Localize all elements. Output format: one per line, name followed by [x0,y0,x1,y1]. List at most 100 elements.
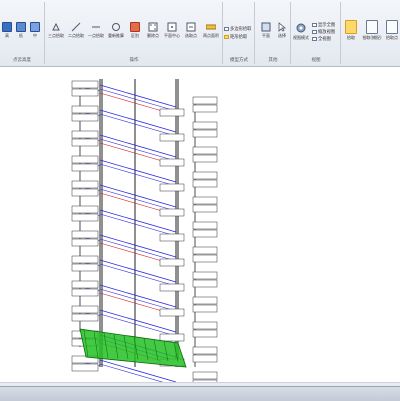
label-box [71,163,99,172]
label-box [159,258,185,267]
group-label-view: 视图 [311,58,321,63]
tool-three-point[interactable]: 三点拾取 [46,22,66,39]
label-box [192,371,218,380]
ribbon-group-pick: 拾取 拾取(捕捉) 拾取点 [342,2,400,64]
label-box [192,129,218,138]
label-box [159,158,185,167]
plane-icon [261,22,271,32]
label-box [71,138,99,147]
label-box [192,329,218,338]
floor-beam-line [99,113,177,137]
ribbon-group-height: 高 低 中 点云高度 [0,2,45,64]
label-box [192,171,218,180]
pick-icon [345,20,357,34]
floor-beam-line [99,313,177,337]
label-box [192,221,218,230]
label-box [192,354,218,363]
label-box [192,304,218,313]
mid-icon [30,22,40,32]
label-box [71,105,99,114]
floor-beam-line [99,163,177,187]
zoom-view-item[interactable]: 缩放视图 [312,29,335,35]
tool-select[interactable]: 选择 [274,22,290,39]
floor-beam-line [99,138,177,162]
label-box [71,230,99,239]
one-point-icon [92,26,100,28]
floor-beam-line [99,188,177,212]
three-point-icon [52,22,60,31]
label-box [71,213,99,222]
two-point-area-icon [206,24,216,30]
show-all-item[interactable]: 显示全图 [312,22,335,28]
floor-beam-line [99,88,177,112]
tool-low[interactable]: 低 [14,22,28,39]
tool-mid[interactable]: 中 [28,22,42,39]
ribbon-group-operate: 三点拾取 二点拾取 一点拾取 重新推算 区别 删除点 平面中心 选取点 两点面积… [46,2,223,64]
label-box [71,80,99,89]
floor-beam-line [99,213,177,237]
tool-one-point[interactable]: 一点拾取 [86,22,106,39]
label-box [71,155,99,164]
tool-plane[interactable]: 平面 [258,22,274,39]
label-box [192,146,218,155]
tool-two-point[interactable]: 二点拾取 [66,22,86,39]
full-view-item[interactable]: 全视图 [312,36,331,42]
tool-recalc[interactable]: 重新推算 [106,22,126,39]
label-box [71,263,99,272]
label-box [71,255,99,264]
label-box [192,96,218,105]
tool-plane-center[interactable]: 平面中心 [162,22,182,39]
label-box [192,104,218,113]
label-box [192,271,218,280]
floor-beam-line [99,288,177,312]
rect-pick-item[interactable]: 矩形拾取 [224,34,247,40]
label-box [192,121,218,130]
label-box [159,208,185,217]
select-icon [278,22,287,32]
tool-high[interactable]: 高 [0,22,14,39]
label-box [192,246,218,255]
label-box [159,283,185,292]
group-label-height: 点云高度 [13,58,31,63]
label-box [159,133,185,142]
label-box [192,154,218,163]
ribbon-toolbar: 高 低 中 点云高度 三点拾取 二点拾取 一点拾取 重新推算 区别 删除点 平面… [0,0,400,67]
ribbon-group-model: 多边形拾取 矩形拾取 模型方式 [224,2,255,64]
tool-view-mode[interactable]: 视图模式 [292,22,310,41]
recalc-icon [112,23,120,31]
floor-beam-line [99,263,177,287]
tool-two-point-area[interactable]: 两点面积 [200,22,222,39]
label-box [71,363,99,372]
label-box [159,308,185,317]
ribbon-group-view: 视图模式 显示全图 缩放视图 全视图 视图 [292,2,341,64]
label-box [192,229,218,238]
polygon-pick-item[interactable]: 多边形拾取 [224,26,251,32]
tool-pick-snap[interactable]: 拾取(捕捉) [360,20,384,41]
tool-pick-point[interactable]: 选取点 [182,22,200,39]
tool-pick-pt[interactable]: 拾取点 [384,20,400,41]
status-bar [0,386,400,401]
label-box [71,180,99,189]
model-canvas[interactable] [0,67,400,392]
label-box [192,321,218,330]
tool-pick[interactable]: 拾取 [342,20,360,41]
polygon-pick-icon [224,26,229,31]
label-box [192,254,218,263]
label-box [71,288,99,297]
tool-distinguish[interactable]: 区别 [126,22,144,39]
label-box [192,346,218,355]
ribbon-group-other: 平面 选择 其他 [256,2,291,64]
zoom-view-icon [312,29,317,34]
two-point-icon [71,22,81,32]
pick-point-icon [186,22,196,32]
distinguish-icon [130,22,140,32]
tool-delete-point[interactable]: 删除点 [144,22,162,39]
pick-pt-icon [386,20,398,34]
label-box [192,204,218,213]
label-box [71,188,99,197]
label-box [192,279,218,288]
full-view-icon [312,36,317,41]
label-box [71,113,99,122]
delete-point-icon [148,22,158,32]
wireframe-view[interactable] [0,67,400,392]
